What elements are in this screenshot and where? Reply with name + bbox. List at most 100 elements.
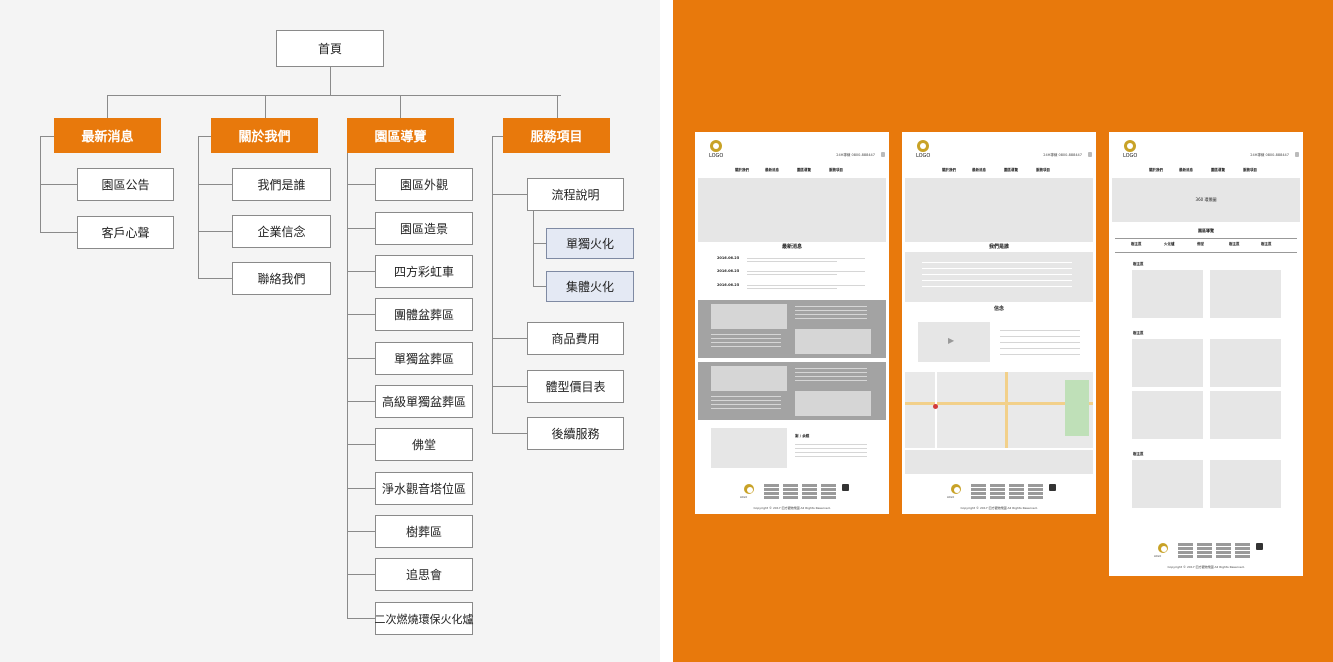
nav-item: 關於我們 <box>942 168 956 172</box>
facebook-icon <box>1088 152 1092 157</box>
connector-line <box>347 358 375 359</box>
footer-link-bar <box>802 492 817 495</box>
news-date: 2016.06.25 <box>717 283 740 287</box>
nav-item: 服務項目 <box>1036 168 1050 172</box>
testimonial-image <box>711 428 787 468</box>
feature-line <box>795 368 867 369</box>
section-title: 最新消息 <box>781 244 803 250</box>
footer-link-bar <box>1028 484 1043 487</box>
logo-text: LOGO <box>916 153 931 159</box>
hero-text: 360 環景圖 <box>1195 197 1217 202</box>
about-block <box>905 252 1093 302</box>
footer-link-bar <box>783 484 798 487</box>
footer-link-bar <box>1009 496 1024 499</box>
copyright-text: Copyright © 2017 四方寵物樂園 All Rights Reser… <box>960 506 1038 510</box>
footer-link-bar <box>1216 555 1231 558</box>
connector-line <box>347 574 375 575</box>
testimonial-line <box>795 448 867 449</box>
sitemap-panel: 首頁 最新消息 關於我們 園區導覽 服務項目 園區公告 客戶心聲 我們是誰 企業信念 聯絡我們 園區… <box>0 0 660 662</box>
footer-link-bar <box>764 496 779 499</box>
connector-line <box>492 386 527 387</box>
footer-link-bar <box>971 496 986 499</box>
sitemap-item: 園區外觀 <box>375 168 473 201</box>
connector-line <box>492 338 527 339</box>
wireframe-panel: LOGO 24H專線 0800-888447 關於我們 最新消息 園區導覽 服務項目 最新消… <box>673 0 1333 662</box>
footer-link-bar <box>1009 492 1024 495</box>
connector-line <box>198 231 232 232</box>
copyright-text: Copyright © 2017 四方寵物樂園 All Rights Reser… <box>753 506 831 510</box>
wireframe-about-page: LOGO 24H專線 0800-888447 關於我們 最新消息 園區導覽 服務項目 我們是… <box>902 132 1096 514</box>
sitemap-item: 單獨盆葬區 <box>375 342 473 375</box>
connector-line <box>347 618 375 619</box>
footer-link-bar <box>1178 547 1193 550</box>
connector-line <box>107 95 561 96</box>
map-road <box>1005 372 1008 448</box>
connector-line <box>533 286 546 287</box>
gallery-image <box>1132 391 1203 439</box>
gallery-image <box>1210 270 1281 318</box>
facebook-icon <box>881 152 885 157</box>
connector-line <box>107 95 108 118</box>
footer-link-bar <box>971 484 986 487</box>
footer-link-bar <box>1178 551 1193 554</box>
phone-number: 24H專線 0800-888447 <box>1250 153 1289 157</box>
sitemap-item: 客戶心聲 <box>77 216 174 249</box>
gallery-tab: 火化爐 <box>1164 242 1175 246</box>
sitemap-item: 樹葬區 <box>375 515 473 548</box>
nav-item: 服務項目 <box>829 168 843 172</box>
sitemap-subitem: 集體火化 <box>546 271 634 302</box>
connector-line <box>40 136 54 137</box>
connector-line <box>198 136 211 137</box>
connector-line <box>492 433 527 434</box>
feature-line <box>795 380 867 381</box>
hero-banner <box>905 178 1093 242</box>
gallery-image <box>1210 460 1281 508</box>
sitemap-item: 商品費用 <box>527 322 624 355</box>
gallery-image <box>1132 270 1203 318</box>
nav-item: 最新消息 <box>765 168 779 172</box>
about-line <box>922 268 1072 269</box>
tab-divider <box>1115 252 1297 253</box>
footer-logo-icon <box>744 484 754 494</box>
connector-line <box>347 531 375 532</box>
logo-icon <box>917 140 929 152</box>
connector-line <box>330 67 331 95</box>
nav-item: 園區導覽 <box>797 168 811 172</box>
footer-link-bar <box>802 484 817 487</box>
connector-line <box>347 271 375 272</box>
footer-logo-text: LOGO <box>740 496 748 499</box>
footer-link-bar <box>1178 555 1193 558</box>
gallery-image <box>1132 339 1203 387</box>
belief-line <box>1000 354 1080 355</box>
sitemap-item: 追思會 <box>375 558 473 591</box>
footer-link-bar <box>783 488 798 491</box>
gallery-tab: 樹主區 <box>1131 242 1142 246</box>
sitemap-item: 體型價目表 <box>527 370 624 403</box>
gallery-tab: 樹主區 <box>1261 242 1272 246</box>
news-line <box>747 288 837 289</box>
footer-link-bar <box>1216 547 1231 550</box>
section-title: 信念 <box>993 306 1005 312</box>
footer-link-bar <box>1235 555 1250 558</box>
facebook-icon <box>1049 484 1056 491</box>
connector-line <box>40 184 77 185</box>
logo-text: LOGO <box>709 153 724 159</box>
footer-link-bar <box>971 492 986 495</box>
about-line <box>922 262 1072 263</box>
feature-line <box>795 310 867 311</box>
footer-link-bar <box>802 496 817 499</box>
feature-line <box>795 318 867 319</box>
footer-link-bar <box>1235 551 1250 554</box>
testimonial-name: 謝 / 余蝶 <box>795 434 810 438</box>
about-line <box>922 274 1072 275</box>
footer-link-bar <box>764 492 779 495</box>
belief-line <box>1000 330 1080 331</box>
sitemap-item: 佛堂 <box>375 428 473 461</box>
connector-line <box>40 232 77 233</box>
news-line <box>747 285 865 286</box>
feature-image <box>711 304 787 329</box>
feature-line <box>711 346 781 347</box>
footer-link-bar <box>1028 496 1043 499</box>
connector-line <box>347 488 375 489</box>
feature-line <box>795 306 867 307</box>
